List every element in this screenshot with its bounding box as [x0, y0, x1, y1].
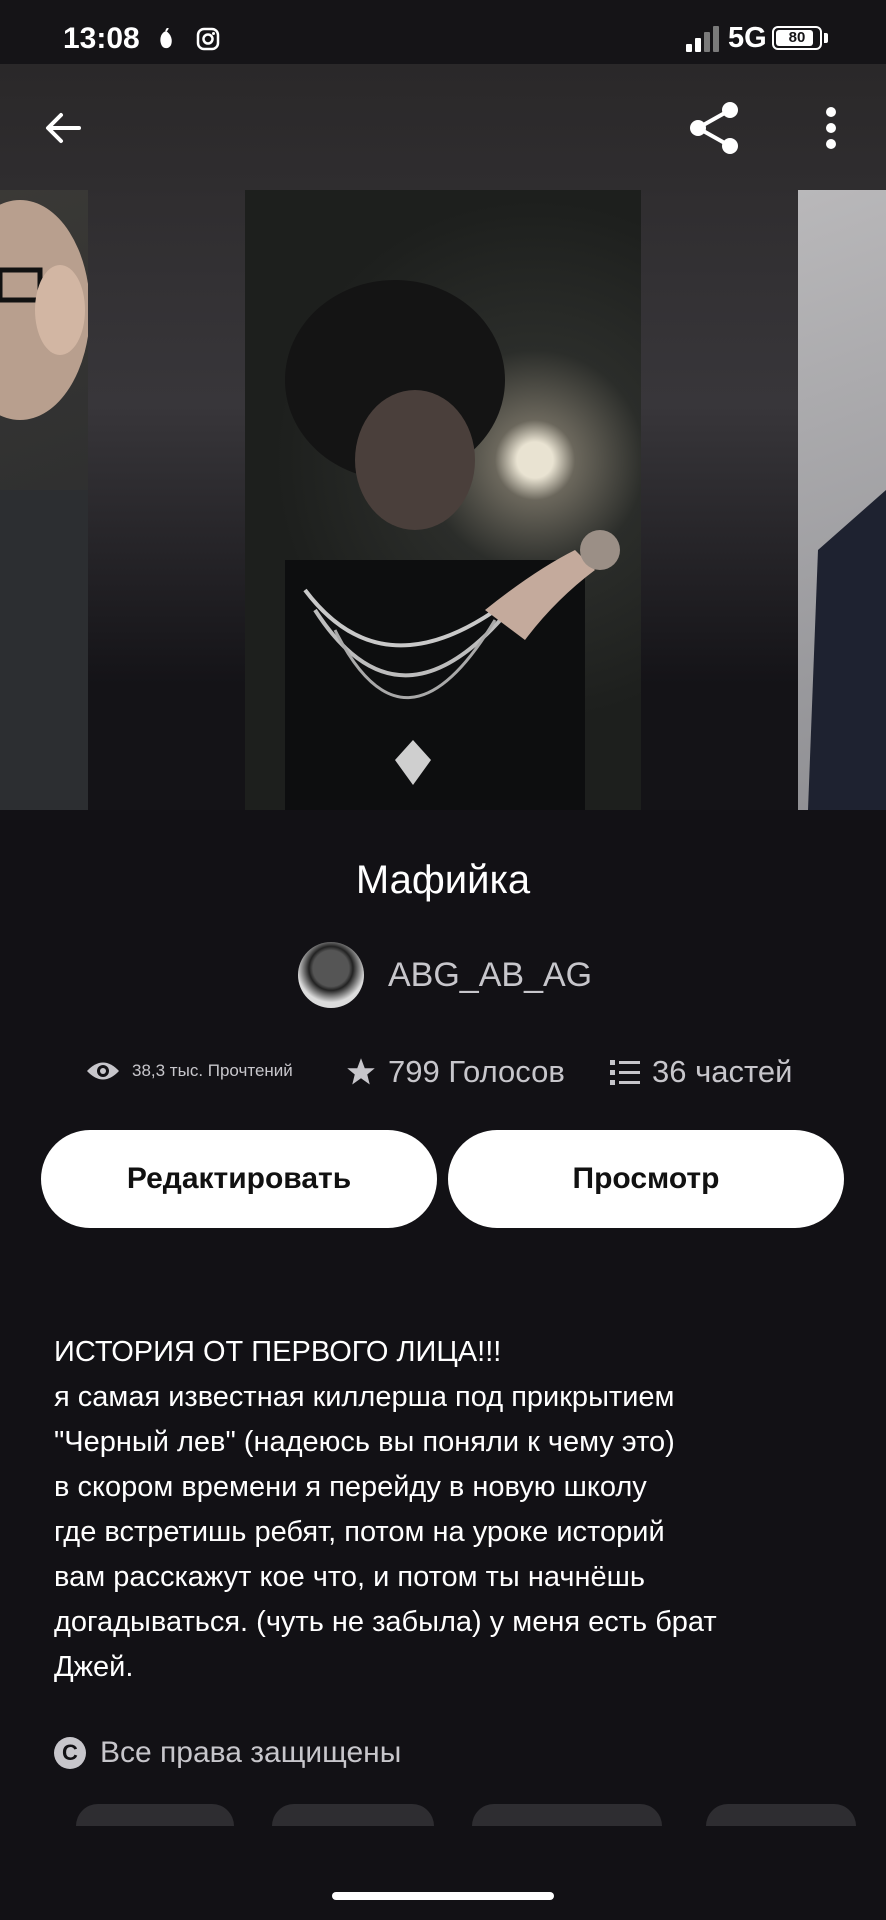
home-indicator[interactable]: [332, 1892, 554, 1900]
story-description: ИСТОРИЯ ОТ ПЕРВОГО ЛИЦА!!! я самая извес…: [54, 1336, 717, 1683]
cover-next[interactable]: [798, 190, 886, 810]
share-button[interactable]: [684, 98, 744, 158]
arrow-left-icon: [46, 113, 81, 143]
reads-stat: 38,3 тыс. Прочтений: [86, 1060, 293, 1082]
status-bar: 13:08 5G 80: [0, 0, 886, 64]
back-button[interactable]: [33, 98, 93, 158]
list-icon: [610, 1060, 640, 1085]
cover-previous[interactable]: [0, 190, 88, 810]
parts-stat: 36 частей: [610, 1054, 792, 1090]
author-name[interactable]: ABG_AB_AG: [388, 956, 592, 995]
eye-icon: [87, 1062, 119, 1080]
tag-chip[interactable]: [76, 1804, 234, 1826]
more-vertical-icon: [826, 107, 836, 149]
star-icon: [347, 1058, 375, 1085]
battery-level: 80: [788, 29, 806, 46]
tag-row: [0, 1804, 886, 1826]
status-time: 13:08: [63, 22, 140, 55]
votes-stat: 799 Голосов: [346, 1054, 565, 1090]
tag-chip[interactable]: [472, 1804, 662, 1826]
tag-chip[interactable]: [272, 1804, 434, 1826]
copyright-text: Все права защищены: [100, 1736, 402, 1769]
more-button[interactable]: [801, 98, 861, 158]
story-stats: 38,3 тыс. Прочтений 799 Голосов 36 часте…: [0, 1054, 886, 1098]
signal-icon: [686, 26, 719, 52]
battery-icon: 80: [772, 26, 822, 50]
reads-count: 38,3 тыс. Прочтений: [132, 1061, 293, 1080]
author-link[interactable]: ABG_AB_AG: [298, 942, 592, 1008]
votes-count: 799 Голосов: [388, 1054, 565, 1089]
tag-chip[interactable]: [706, 1804, 856, 1826]
parts-count: 36 частей: [652, 1054, 793, 1089]
edit-button[interactable]: Редактировать: [41, 1130, 437, 1228]
notification-app-icon: [160, 28, 172, 49]
story-cover[interactable]: [245, 190, 641, 810]
network-type: 5G: [728, 22, 767, 54]
view-button[interactable]: Просмотр: [448, 1130, 844, 1228]
instagram-icon: [196, 27, 220, 51]
copyright-icon: C: [54, 1737, 86, 1769]
author-avatar[interactable]: [298, 942, 364, 1008]
story-title: Мафийка: [355, 858, 531, 902]
share-icon: [690, 102, 738, 154]
copyright-notice: C Все права защищены: [54, 1736, 401, 1770]
